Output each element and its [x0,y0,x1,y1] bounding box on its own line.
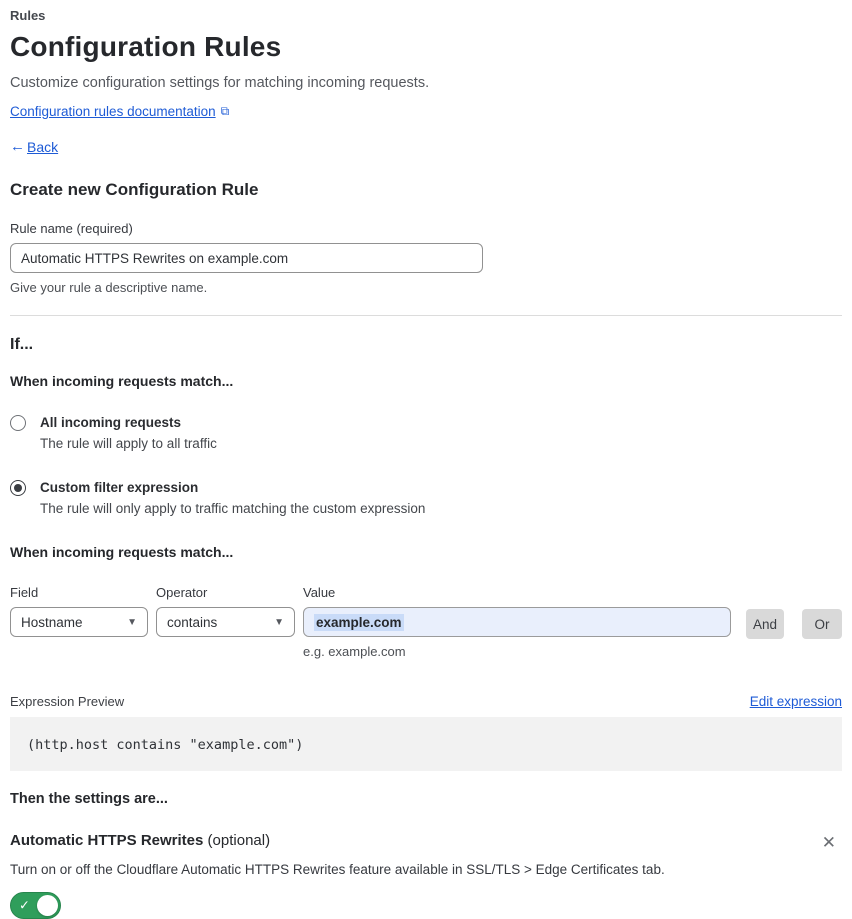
setting-title-name: Automatic HTTPS Rewrites [10,832,204,849]
external-link-icon: ⧉ [220,104,230,118]
expression-builder-row: Field Hostname ▼ Operator contains ▼ Val… [10,585,842,659]
radio-button-selected-icon[interactable] [10,480,26,496]
operator-select[interactable]: contains ▼ [156,607,295,637]
page-title: Configuration Rules [10,31,282,62]
radio-label: Custom filter expression [40,480,199,495]
edit-expression-link[interactable]: Edit expression [750,694,842,709]
setting-title: Automatic HTTPS Rewrites (optional) [10,832,270,849]
if-heading: If... [10,336,34,353]
create-rule-heading: Create new Configuration Rule [10,180,259,199]
value-label: Value [303,585,336,600]
value-input[interactable]: example.com [303,607,731,637]
documentation-link[interactable]: Configuration rules documentation [10,104,216,119]
radio-button-unselected-icon[interactable] [10,415,26,431]
operator-select-value: contains [167,614,218,630]
rule-name-label: Rule name (required) [10,221,133,236]
builder-heading: When incoming requests match... [10,544,234,560]
back-link[interactable]: Back [27,139,58,155]
rule-name-help: Give your rule a descriptive name. [10,280,208,295]
page-subtitle: Customize configuration settings for mat… [10,75,430,91]
rule-name-input[interactable]: Automatic HTTPS Rewrites on example.com [10,243,483,273]
radio-description: The rule will only apply to traffic matc… [40,501,426,516]
radio-all-incoming-requests[interactable]: All incoming requests The rule will appl… [10,414,842,452]
chevron-down-icon: ▼ [274,616,284,628]
configuration-rules-page: Rules Configuration Rules Customize conf… [0,0,852,919]
field-select-value: Hostname [21,614,83,630]
chevron-down-icon: ▼ [127,616,137,628]
breadcrumb: Rules [10,8,46,23]
field-select[interactable]: Hostname ▼ [10,607,148,637]
close-icon[interactable]: ✕ [822,834,836,851]
radio-custom-filter-expression[interactable]: Custom filter expression The rule will o… [10,479,842,517]
rule-name-value: Automatic HTTPS Rewrites on example.com [21,250,289,266]
and-button[interactable]: And [746,609,784,639]
radio-label: All incoming requests [40,415,182,430]
operator-label: Operator [156,585,208,600]
back-link-row[interactable]: ← Back [10,138,842,155]
or-button[interactable]: Or [802,609,842,639]
back-arrow-icon: ← [10,138,25,155]
value-help: e.g. example.com [303,644,406,659]
match-type-heading: When incoming requests match... [10,373,234,389]
radio-description: The rule will apply to all traffic [40,436,217,451]
check-icon: ✓ [19,897,30,913]
field-label: Field [10,585,39,600]
expression-preview-label: Expression Preview [10,694,125,709]
section-divider [10,315,842,316]
expression-preview-code: (http.host contains "example.com") [10,717,842,771]
setting-description: Turn on or off the Cloudflare Automatic … [10,862,665,877]
then-heading: Then the settings are... [10,791,168,807]
setting-optional-tag: (optional) [203,832,271,849]
value-input-text: example.com [314,613,404,631]
